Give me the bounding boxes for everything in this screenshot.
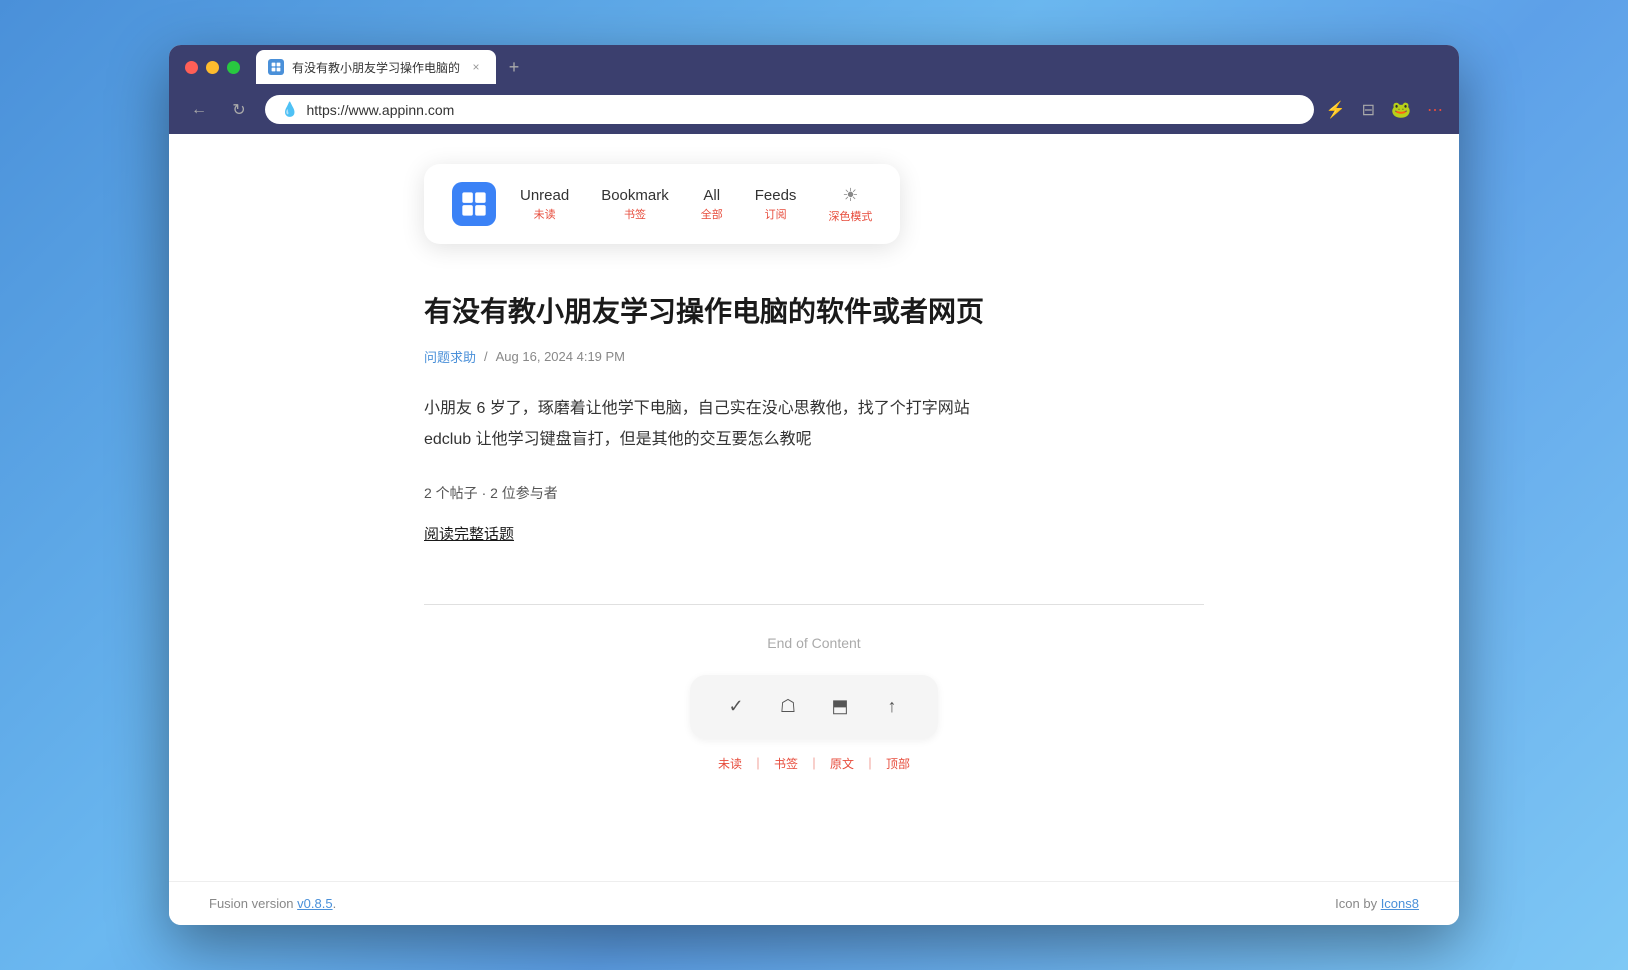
page-content: Unread 未读 Bookmark 书签 All 全部 Feeds 订阅 [169,134,1459,881]
tab-bar: 有没有教小朋友学习操作电脑的 × + [256,50,1443,84]
frog-icon[interactable]: 🐸 [1391,100,1411,120]
article-category: 问题求助 [424,347,476,366]
browser-window: 有没有教小朋友学习操作电脑的 × + ← ↻ 💧 https://www.app… [169,45,1459,925]
title-bar: 有没有教小朋友学习操作电脑的 × + [169,45,1459,89]
mark-unread-button[interactable]: ✓ [710,685,762,729]
action-bar: ✓ ☖ ⬒ ↑ [690,675,938,739]
url-text: https://www.appinn.com [306,102,1297,118]
nav-bookmark-wrapper: Bookmark 书签 [601,187,669,222]
label-original: 原文 [820,755,864,772]
active-tab[interactable]: 有没有教小朋友学习操作电脑的 × [256,50,496,84]
toolbar-icons: ⚡ ⊟ 🐸 ⋯ [1326,100,1443,120]
tab-title: 有没有教小朋友学习操作电脑的 [292,59,460,76]
open-original-button[interactable]: ⬒ [814,685,866,729]
sep3: ｜ [864,755,876,772]
nav-darkmode-wrapper: ☀ 深色模式 [828,185,872,224]
meta-separator: / [484,349,488,364]
footer-icon-text: Icon by [1335,896,1381,911]
menu-icon[interactable]: ⋯ [1427,100,1443,120]
address-bar: ← ↻ 💧 https://www.appinn.com ⚡ ⊟ 🐸 ⋯ [169,89,1459,134]
extensions-icon[interactable]: ⚡ [1326,100,1346,120]
tab-close-button[interactable]: × [468,59,484,75]
nav-all[interactable]: All [703,187,720,204]
article-meta: 问题求助 / Aug 16, 2024 4:19 PM [424,347,1204,366]
tab-favicon [268,59,284,75]
darkmode-label: 深色模式 [828,208,872,224]
nav-all-cn: 全部 [701,206,723,222]
read-full-link[interactable]: 阅读完整话题 [424,523,514,544]
action-labels: 未读 ｜ 书签 ｜ 原文 ｜ 顶部 [424,755,1204,772]
nav-popup: Unread 未读 Bookmark 书签 All 全部 Feeds 订阅 [424,164,900,244]
nav-items: Unread 未读 Bookmark 书签 All 全部 Feeds 订阅 [520,185,872,224]
article-body: 小朋友 6 岁了，琢磨着让他学下电脑，自己实在没心思教他，找了个打字网站 edc… [424,394,1204,455]
end-of-content-text: End of Content [424,635,1204,651]
minimize-button[interactable] [206,61,219,74]
traffic-lights [185,61,240,74]
version-link[interactable]: v0.8.5 [297,896,332,911]
article-body-line1: 小朋友 6 岁了，琢磨着让他学下电脑，自己实在没心思教他，找了个打字网站 [424,394,1204,424]
scroll-top-button[interactable]: ↑ [866,685,918,729]
sun-icon[interactable]: ☀ [842,185,858,206]
article-stats: 2 个帖子 · 2 位参与者 [424,483,1204,503]
article-body-line2: edclub 让他学习键盘盲打，但是其他的交互要怎么教呢 [424,425,1204,455]
refresh-button[interactable]: ↻ [225,96,253,124]
new-tab-button[interactable]: + [500,53,528,81]
page-footer: Fusion version v0.8.5. Icon by Icons8 [169,881,1459,925]
nav-bookmark-cn: 书签 [624,206,646,222]
nav-all-wrapper: All 全部 [701,187,723,222]
article-date: Aug 16, 2024 4:19 PM [496,349,625,364]
sep2: ｜ [808,755,820,772]
close-button[interactable] [185,61,198,74]
content-divider [424,604,1204,605]
page-inner: Unread 未读 Bookmark 书签 All 全部 Feeds 订阅 [384,134,1244,832]
footer-icon: Icon by Icons8 [1335,896,1419,911]
label-bookmark: 书签 [764,755,808,772]
nav-feeds[interactable]: Feeds [755,187,797,204]
nav-unread[interactable]: Unread [520,187,569,204]
nav-feeds-cn: 订阅 [765,206,787,222]
footer-version-text: Fusion version [209,896,297,911]
footer-version-suffix: . [333,896,337,911]
label-unread: 未读 [708,755,752,772]
reader-view-icon[interactable]: ⊟ [1362,100,1375,120]
url-bar[interactable]: 💧 https://www.appinn.com [265,95,1314,124]
maximize-button[interactable] [227,61,240,74]
nav-feeds-wrapper: Feeds 订阅 [755,187,797,222]
article-title: 有没有教小朋友学习操作电脑的软件或者网页 [424,292,1204,331]
nav-logo [452,182,496,226]
water-drop-icon: 💧 [281,101,298,118]
nav-unread-cn: 未读 [534,206,556,222]
nav-bookmark[interactable]: Bookmark [601,187,669,204]
sep1: ｜ [752,755,764,772]
footer-version: Fusion version v0.8.5. [209,896,336,911]
bookmark-action-button[interactable]: ☖ [762,685,814,729]
label-top: 顶部 [876,755,920,772]
back-button[interactable]: ← [185,96,213,124]
icons8-link[interactable]: Icons8 [1381,896,1419,911]
nav-unread-wrapper: Unread 未读 [520,187,569,222]
